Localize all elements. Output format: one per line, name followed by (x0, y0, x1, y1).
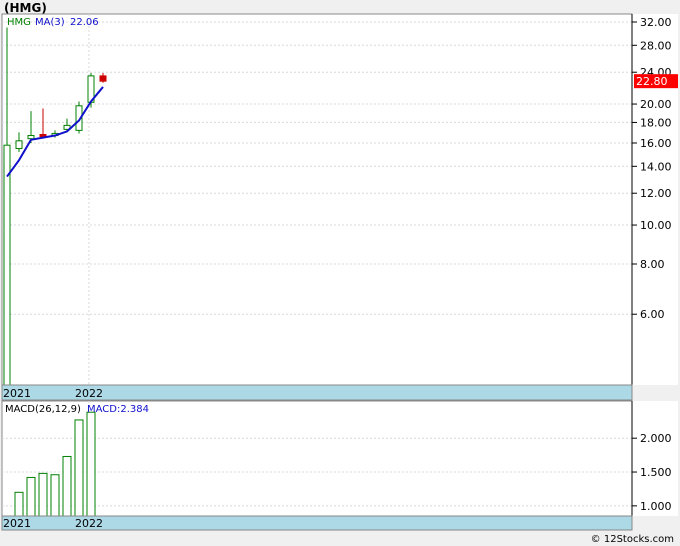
candle-body (27, 135, 35, 140)
price-axis-label: 16.00 (640, 137, 672, 150)
macd-bar (14, 491, 24, 517)
copyright-footer: © 12Stocks.com (590, 534, 674, 545)
price-axis-label: 28.00 (640, 39, 672, 52)
price-axis-label: 12.00 (640, 187, 672, 200)
price-axis-label: 6.00 (640, 308, 665, 321)
candle-body (99, 75, 107, 82)
price-axis-label: 10.00 (640, 219, 672, 232)
macd-bar (50, 474, 60, 517)
macd-x-axis-label: 2021 (3, 517, 31, 530)
macd-x-axis-label: 2022 (75, 517, 103, 530)
price-axis-label: 18.00 (640, 116, 672, 129)
price-axis-label: 32.00 (640, 16, 672, 29)
legend-ma-value: 22.06 (70, 17, 99, 28)
macd-bar (86, 411, 96, 517)
price-axis-label: 8.00 (640, 258, 665, 271)
macd-axis-label: 1.500 (640, 466, 672, 479)
x-axis-label: 2021 (3, 387, 31, 400)
macd-axis-label: 1.000 (640, 500, 672, 513)
candle-body (3, 144, 11, 386)
macd-bar (26, 476, 36, 517)
macd-axis-label: 2.000 (640, 432, 672, 445)
stock-chart: 32.0028.0024.0020.0018.0016.0014.0012.00… (1, 13, 678, 531)
legend-symbol: HMG (7, 17, 31, 28)
macd-bar (38, 472, 48, 517)
x-axis-label: 2022 (75, 387, 103, 400)
macd-plot-area (1, 400, 633, 517)
macd-axis-area (632, 401, 678, 516)
last-price-label: 22.80 (636, 75, 668, 88)
price-plot-area (1, 13, 633, 386)
legend-ma-label: MA(3) (35, 17, 65, 28)
macd-legend-label: MACD(26,12,9) (5, 404, 81, 415)
macd-bar (62, 455, 72, 517)
price-axis-label: 14.00 (640, 160, 672, 173)
macd-legend-value: MACD:2.384 (87, 404, 149, 415)
macd-bar (74, 419, 84, 517)
candle-body (15, 140, 23, 150)
price-axis-label: 20.00 (640, 98, 672, 111)
